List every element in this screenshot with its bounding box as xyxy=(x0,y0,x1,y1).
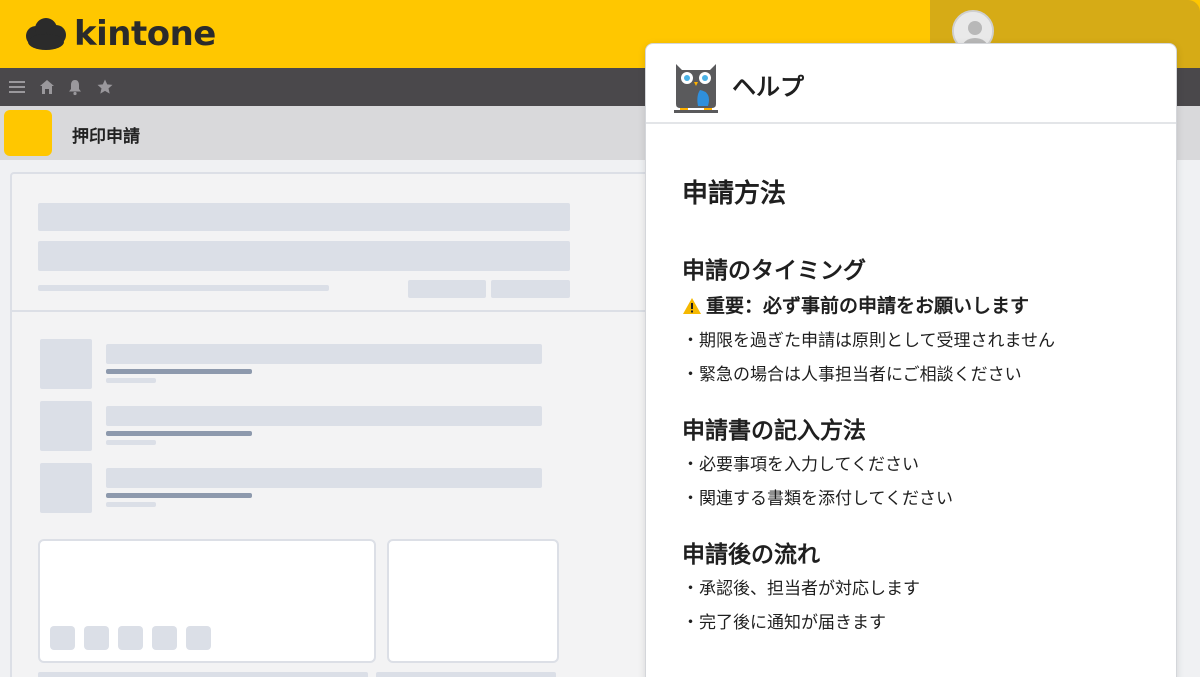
skeleton-bar xyxy=(38,672,368,677)
list-item: ・必要事項を入力してください xyxy=(682,455,919,475)
bell-icon[interactable] xyxy=(66,78,84,96)
skeleton-line xyxy=(38,285,329,291)
skeleton-chip xyxy=(84,626,109,650)
skeleton-bar xyxy=(106,344,542,364)
skeleton-bar xyxy=(106,406,542,426)
skeleton-card xyxy=(387,539,559,663)
skeleton-button xyxy=(408,280,486,298)
kintone-logo[interactable]: kintone xyxy=(24,14,216,54)
help-content: 申請方法 申請のタイミング 重要：必ず事前の申請をお願いします ・期限を過ぎた申… xyxy=(682,174,1152,662)
section-title: 申請のタイミング xyxy=(682,258,866,284)
list-item: ・期限を過ぎた申請は原則として受理されません xyxy=(682,331,1055,351)
help-section: 申請後の流れ ・承認後、担当者が対応します ・完了後に通知が届きます xyxy=(682,538,1152,640)
skeleton-chip xyxy=(50,626,75,650)
home-icon[interactable] xyxy=(38,78,56,96)
skeleton-bar xyxy=(106,468,542,488)
warning-notice: 重要：必ず事前の申請をお願いします xyxy=(682,288,1152,324)
skeleton-line xyxy=(106,493,252,498)
star-icon[interactable] xyxy=(96,78,114,96)
help-panel: ヘルプ 申請方法 申請のタイミング 重要：必ず事前の申請をお願いします ・期限を… xyxy=(645,43,1177,677)
app-icon[interactable] xyxy=(4,110,52,156)
list-item: ・関連する書類を添付してください xyxy=(682,489,953,509)
help-heading: 申請方法 xyxy=(682,179,787,209)
help-title: ヘルプ xyxy=(732,73,804,101)
help-header: ヘルプ xyxy=(646,44,1176,124)
section-title: 申請後の流れ xyxy=(682,542,820,568)
skeleton-line xyxy=(106,431,252,436)
skeleton-thumbnail xyxy=(40,339,92,389)
warning-icon xyxy=(683,298,701,314)
list-item: ・緊急の場合は人事担当者にご相談ください xyxy=(682,365,1022,385)
skeleton-chip xyxy=(186,626,211,650)
app-title: 押印申請 xyxy=(72,127,140,147)
skeleton-line xyxy=(106,440,156,445)
skeleton-line xyxy=(106,369,252,374)
skeleton-thumbnail xyxy=(40,401,92,451)
skeleton-bar xyxy=(38,203,570,231)
help-section: 申請のタイミング 重要：必ず事前の申請をお願いします ・期限を過ぎた申請は原則と… xyxy=(682,254,1152,392)
skeleton-button xyxy=(491,280,570,298)
skeleton-line xyxy=(106,378,156,383)
cloud-logo-icon xyxy=(26,18,66,50)
skeleton-thumbnail xyxy=(40,463,92,513)
owl-icon xyxy=(674,64,718,113)
skeleton-line xyxy=(106,502,156,507)
menu-icon[interactable] xyxy=(8,78,26,96)
skeleton-chip xyxy=(152,626,177,650)
content-divider xyxy=(12,310,662,312)
warning-text: 重要：必ず事前の申請をお願いします xyxy=(706,295,1030,317)
list-item: ・完了後に通知が届きます xyxy=(682,613,886,633)
skeleton-bar xyxy=(376,672,556,677)
skeleton-chip xyxy=(118,626,143,650)
section-title: 申請書の記入方法 xyxy=(682,418,866,444)
list-item: ・承認後、担当者が対応します xyxy=(682,579,920,599)
skeleton-bar xyxy=(38,241,570,271)
logo-text: kintone xyxy=(74,14,216,54)
help-section: 申請書の記入方法 ・必要事項を入力してください ・関連する書類を添付してください xyxy=(682,414,1152,516)
